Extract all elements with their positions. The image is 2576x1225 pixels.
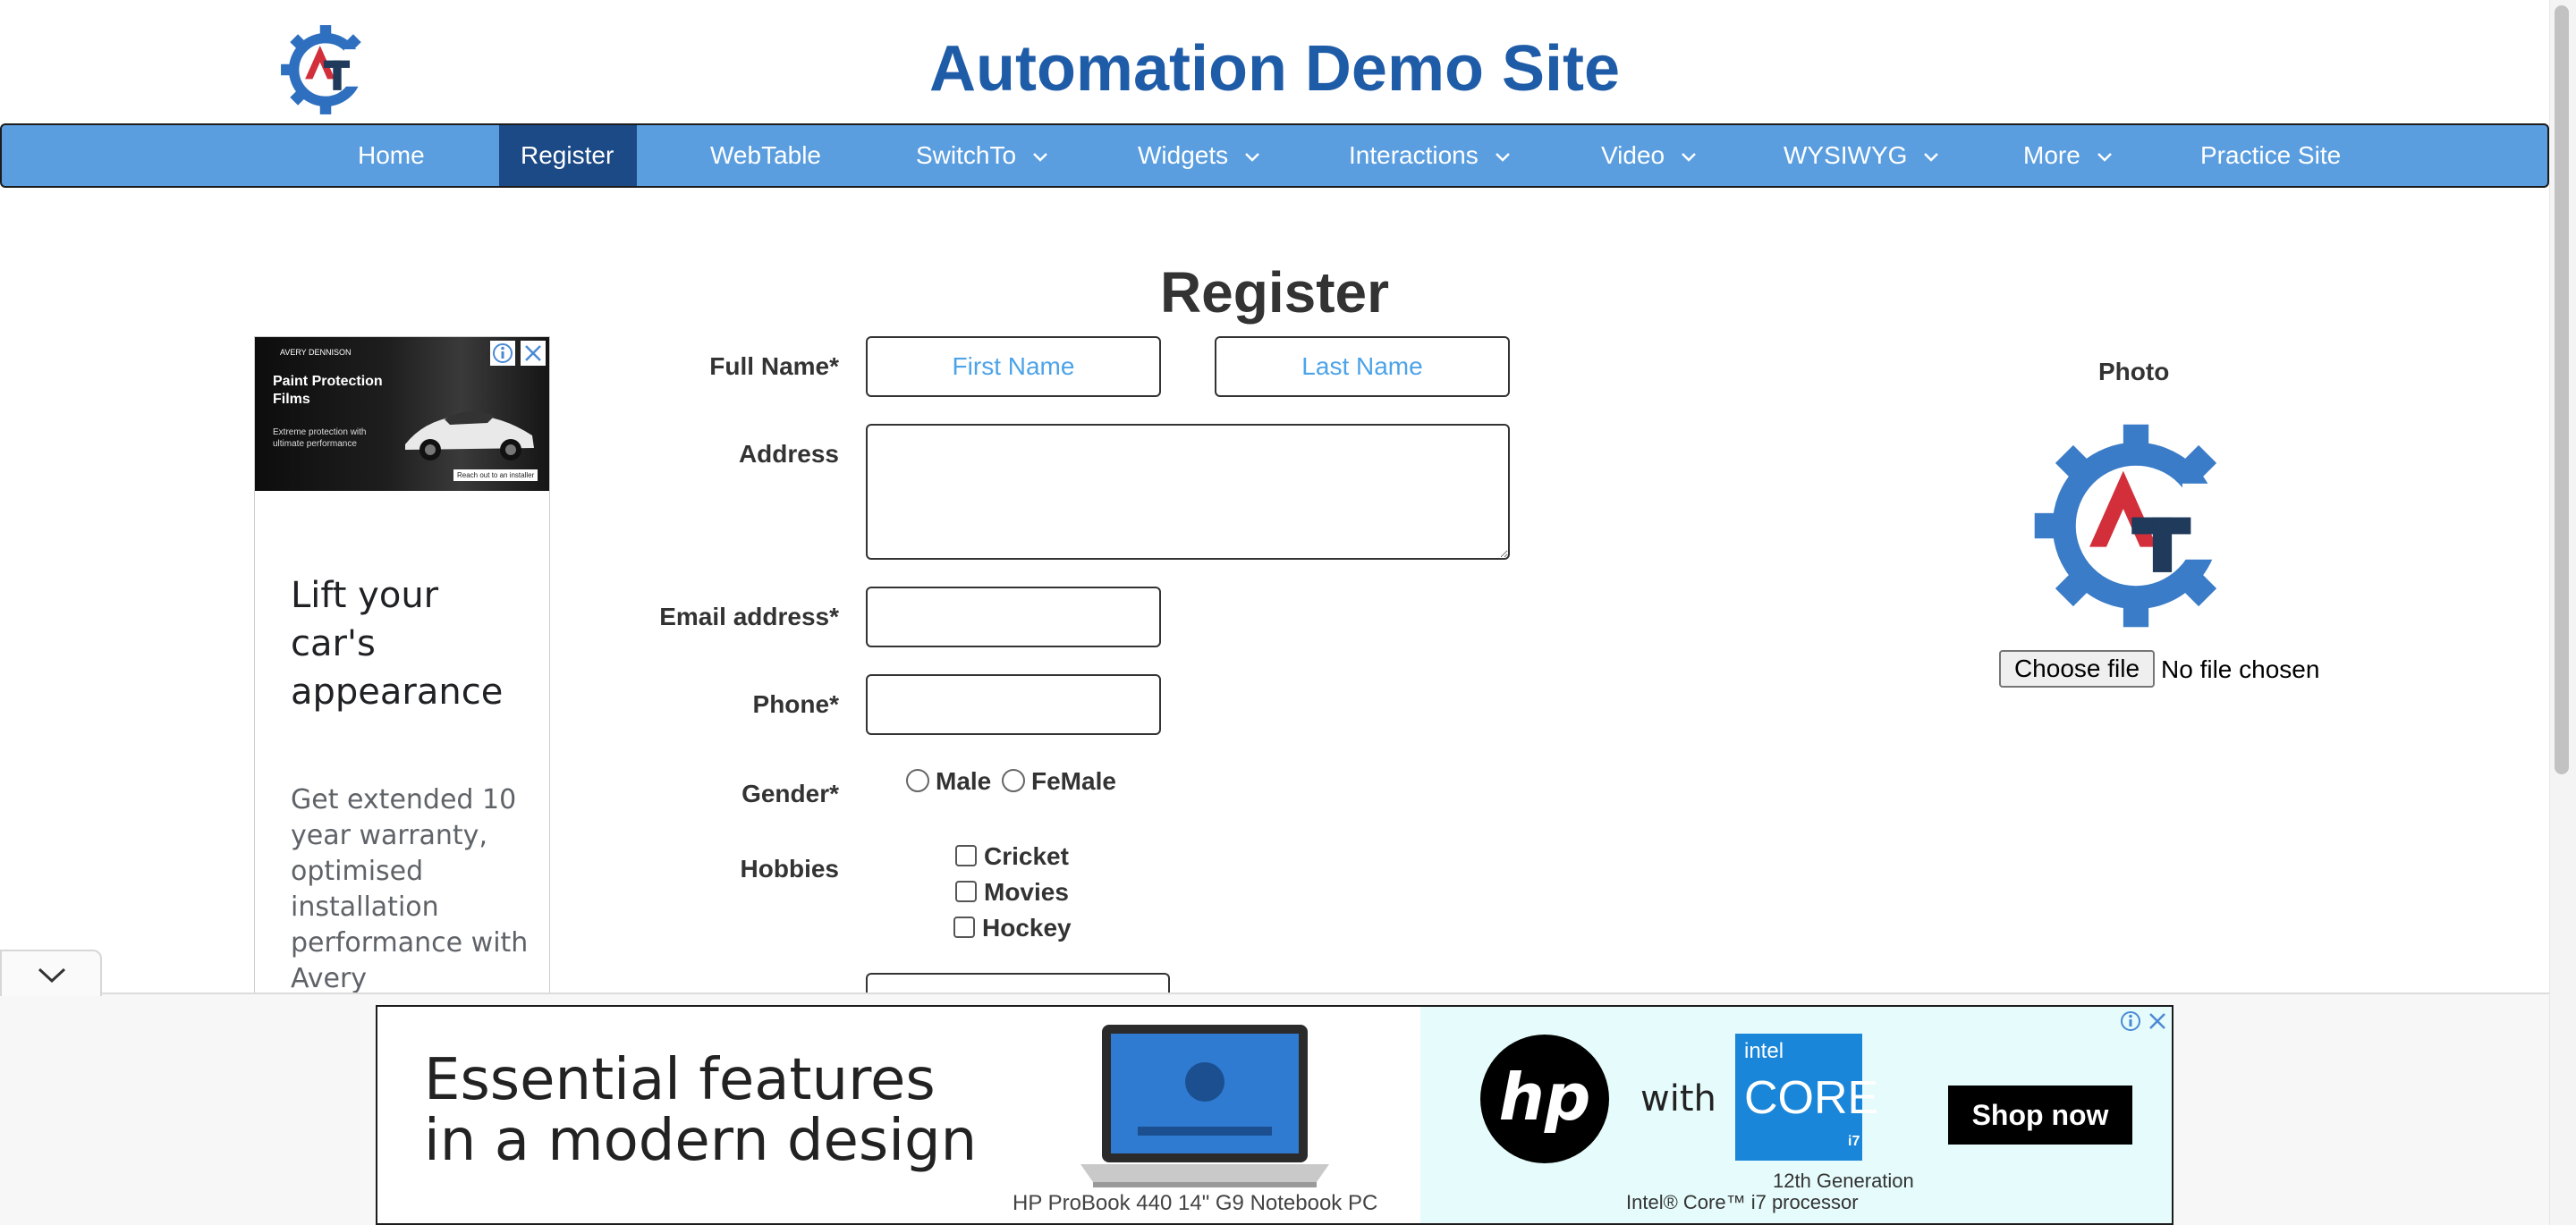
bottom-ad[interactable]: Essential features in a modern design HP… — [376, 1005, 2174, 1225]
car-image — [405, 410, 534, 460]
nav-wysiwyg-label: WYSIWYG — [1784, 141, 1908, 169]
intel-core-label: CORE — [1744, 1072, 1879, 1124]
chevron-down-icon — [1245, 152, 1260, 162]
site-title: Automation Demo Site — [928, 33, 1621, 105]
hobby-movies-checkbox[interactable] — [955, 881, 977, 902]
nav-practice-site[interactable]: Practice Site — [2179, 125, 2362, 186]
ad-tagline: Extreme protection with ultimate perform… — [273, 427, 367, 449]
nav-widgets-label: Widgets — [1138, 141, 1229, 169]
intel-label: intel — [1744, 1039, 1784, 1063]
hobby-hockey-label: Hockey — [982, 914, 1072, 942]
chevron-down-icon — [1495, 152, 1510, 162]
ad-headline-line2: in a modern design — [424, 1108, 978, 1174]
gender-female-radio[interactable] — [1002, 769, 1025, 792]
email-label: Email address* — [659, 603, 839, 630]
shop-now-button[interactable]: Shop now — [1948, 1086, 2132, 1145]
ad-close-icon[interactable] — [2145, 1009, 2170, 1034]
ad-brand: AVERY DENNISON — [280, 348, 352, 357]
first-name-input[interactable] — [866, 336, 1161, 397]
chevron-down-icon — [1682, 152, 1696, 162]
chevron-down-icon — [1033, 152, 1047, 162]
ad-headline-line1: Essential features — [424, 1047, 936, 1113]
email-input[interactable] — [866, 587, 1161, 647]
hp-logo-icon[interactable]: hp — [1478, 1032, 1612, 1166]
address-label: Address — [738, 440, 839, 468]
hobby-hockey-checkbox[interactable] — [953, 917, 975, 938]
chevron-down-icon — [38, 967, 66, 984]
chevron-down-icon — [1924, 152, 1939, 162]
ad-body[interactable]: Get extended 10 year warranty, optimised… — [291, 782, 532, 997]
phone-label: Phone* — [752, 690, 839, 718]
nav-switchto[interactable]: SwitchTo — [894, 125, 1070, 186]
intel-i7-label: i7 — [1848, 1134, 1860, 1149]
file-status: No file chosen — [2161, 655, 2320, 683]
nav-more[interactable]: More — [2002, 125, 2134, 186]
choose-file-button[interactable]: Choose file — [1999, 650, 2155, 688]
photo-preview-logo — [2034, 424, 2241, 628]
hobby-cricket-label: Cricket — [984, 842, 1069, 870]
laptop-image[interactable] — [1075, 1019, 1335, 1198]
nav-video-label: Video — [1601, 141, 1665, 169]
scrollbar-thumb[interactable] — [2555, 5, 2569, 774]
ad-headline[interactable]: Lift your car's appearance — [291, 571, 532, 716]
svg-text:hp: hp — [1499, 1060, 1591, 1135]
ad-headline[interactable]: Essential features in a modern design — [424, 1050, 977, 1171]
ad-cta[interactable]: Reach out to an installer — [453, 469, 538, 481]
main-navbar: Home Register WebTable SwitchTo Widgets … — [0, 123, 2549, 188]
hobby-movies-label: Movies — [984, 878, 1069, 906]
nav-interactions[interactable]: Interactions — [1327, 125, 1532, 186]
collapse-ad-toggle[interactable] — [0, 950, 102, 996]
left-ad[interactable]: AVERY DENNISON Paint Protection Films Ex… — [254, 336, 550, 1001]
last-name-input[interactable] — [1215, 336, 1510, 397]
nav-home[interactable]: Home — [336, 125, 446, 186]
ad-close-icon[interactable] — [521, 341, 546, 366]
ad-info-icon[interactable] — [490, 341, 515, 366]
full-name-label: Full Name* — [709, 352, 839, 380]
page-title: Register — [1159, 260, 1390, 325]
photo-label: Photo — [2098, 358, 2170, 385]
nav-register[interactable]: Register — [499, 125, 637, 186]
ad-generation: 12th Generation — [1773, 1170, 1914, 1192]
phone-input[interactable] — [866, 674, 1161, 735]
chevron-down-icon — [2097, 152, 2112, 162]
hobby-cricket-checkbox[interactable] — [955, 845, 977, 866]
gender-male-label: Male — [936, 767, 992, 795]
ad-laptop-caption: HP ProBook 440 14" G9 Notebook PC — [1013, 1191, 1378, 1215]
nav-more-label: More — [2023, 141, 2080, 169]
intel-badge: intel CORE i7 — [1735, 1034, 1878, 1161]
nav-webtable[interactable]: WebTable — [689, 125, 843, 186]
ad-banner-image[interactable]: AVERY DENNISON Paint Protection Films Ex… — [255, 337, 549, 491]
nav-wysiwyg[interactable]: WYSIWYG — [1762, 125, 1961, 186]
nav-widgets[interactable]: Widgets — [1116, 125, 1282, 186]
nav-video[interactable]: Video — [1580, 125, 1718, 186]
ad-product: Paint Protection Films — [273, 374, 383, 407]
gender-female-label: FeMale — [1031, 767, 1116, 795]
gender-male-radio[interactable] — [906, 769, 929, 792]
hobbies-label: Hobbies — [740, 855, 839, 883]
address-textarea[interactable] — [866, 424, 1510, 560]
ad-with-text: with — [1640, 1078, 1716, 1119]
ad-info-icon[interactable] — [2118, 1009, 2143, 1034]
gender-label: Gender* — [741, 780, 839, 807]
ad-processor: Intel® Core™ i7 processor — [1626, 1191, 1859, 1213]
nav-switchto-label: SwitchTo — [916, 141, 1017, 169]
nav-interactions-label: Interactions — [1349, 141, 1479, 169]
